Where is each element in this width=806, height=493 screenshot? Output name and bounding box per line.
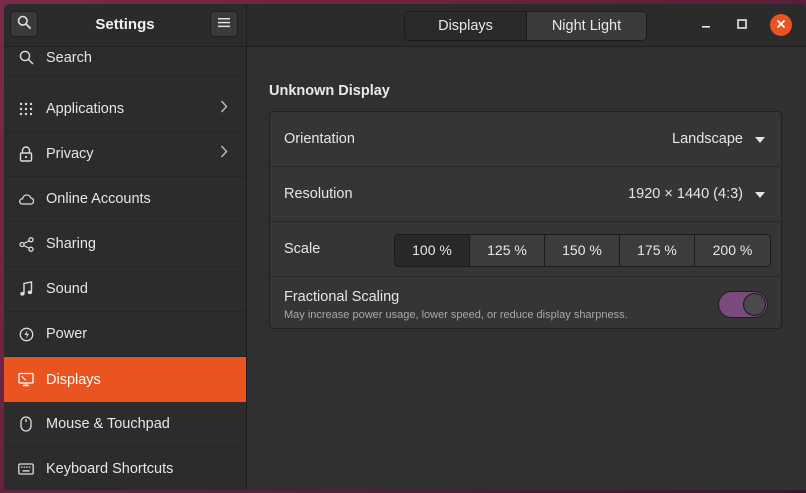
music-note-icon: [18, 281, 34, 297]
hamburger-menu-icon: [218, 15, 230, 33]
fractional-scaling-row: Fractional Scaling May increase power us…: [270, 277, 781, 328]
scale-option-175[interactable]: 175 %: [620, 235, 695, 266]
close-icon: [776, 16, 786, 34]
search-icon: [18, 50, 34, 66]
sidebar-item-label: Keyboard Shortcuts: [46, 461, 174, 477]
sidebar-item-label: Displays: [46, 371, 101, 388]
sidebar-item-privacy[interactable]: Privacy: [4, 132, 246, 177]
fractional-scaling-label: Fractional Scaling: [284, 289, 400, 305]
chevron-right-icon: [220, 145, 228, 164]
dropdown-arrow-icon: [755, 131, 765, 147]
sidebar-item-label: Sharing: [46, 236, 96, 252]
resolution-label: Resolution: [284, 186, 353, 202]
chevron-right-icon: [220, 100, 228, 119]
minimize-button[interactable]: [695, 14, 717, 36]
close-button[interactable]: [770, 14, 792, 36]
sidebar-item-mouse-touchpad[interactable]: Mouse & Touchpad: [4, 402, 246, 447]
keyboard-icon: [18, 461, 34, 477]
sidebar-item-keyboard-shortcuts[interactable]: Keyboard Shortcuts: [4, 447, 246, 490]
scale-selector: 100 % 125 % 150 % 175 % 200 %: [394, 234, 771, 267]
sidebar-item-power[interactable]: Power: [4, 312, 246, 357]
scale-label: Scale: [284, 241, 321, 257]
resolution-row[interactable]: Resolution 1920 × 1440 (4:3): [270, 167, 781, 222]
orientation-dropdown[interactable]: Landscape: [672, 131, 765, 147]
grid-icon: [18, 101, 34, 117]
sidebar-item-label: Power: [46, 326, 88, 342]
scale-option-150[interactable]: 150 %: [545, 235, 620, 266]
lock-icon: [18, 146, 34, 162]
sidebar-item-sound[interactable]: Sound: [4, 267, 246, 312]
orientation-label: Orientation: [284, 131, 355, 147]
tab-night-light[interactable]: Night Light: [527, 12, 646, 40]
maximize-icon: [737, 16, 747, 34]
display-name-heading: Unknown Display: [269, 83, 390, 99]
sidebar-item-label: Applications: [46, 101, 125, 117]
dropdown-arrow-icon: [755, 186, 765, 202]
fractional-scaling-toggle[interactable]: [718, 291, 768, 318]
fractional-scaling-description: May increase power usage, lower speed, o…: [284, 309, 628, 321]
sidebar-item-displays[interactable]: Displays: [4, 357, 246, 402]
toggle-knob: [743, 293, 766, 316]
sidebar: Search Applications Privacy Online Accou…: [4, 47, 247, 490]
sidebar-item-label: Search: [46, 49, 92, 66]
cloud-icon: [18, 191, 34, 207]
mouse-icon: [18, 416, 34, 432]
scale-option-100[interactable]: 100 %: [395, 235, 470, 266]
scale-row: Scale 100 % 125 % 150 % 175 % 200 %: [270, 222, 781, 277]
scale-option-125[interactable]: 125 %: [470, 235, 545, 266]
orientation-row[interactable]: Orientation Landscape: [270, 112, 781, 167]
sidebar-item-label: Privacy: [46, 146, 94, 162]
display-icon: [18, 372, 34, 388]
sidebar-item-applications[interactable]: Applications: [4, 87, 246, 132]
share-icon: [18, 236, 34, 252]
search-icon: [17, 15, 31, 34]
view-switcher: Displays Night Light: [404, 11, 647, 41]
sidebar-item-sharing[interactable]: Sharing: [4, 222, 246, 267]
tab-displays[interactable]: Displays: [405, 12, 527, 40]
sidebar-item-label: Sound: [46, 281, 88, 297]
sidebar-item-search[interactable]: Search: [4, 39, 246, 77]
menu-button[interactable]: [210, 11, 238, 37]
resolution-dropdown[interactable]: 1920 × 1440 (4:3): [628, 186, 765, 202]
scale-option-200[interactable]: 200 %: [695, 235, 770, 266]
resolution-value: 1920 × 1440 (4:3): [628, 186, 743, 202]
orientation-value: Landscape: [672, 131, 743, 147]
settings-window: Settings Displays Night Light Search App…: [4, 4, 806, 490]
display-settings-panel: Orientation Landscape Resolution 1920 × …: [269, 111, 782, 329]
power-icon: [18, 326, 34, 342]
sidebar-item-online-accounts[interactable]: Online Accounts: [4, 177, 246, 222]
displays-page: Unknown Display Orientation Landscape Re…: [247, 47, 806, 490]
sidebar-item-label: Mouse & Touchpad: [46, 416, 170, 432]
minimize-icon: [701, 16, 711, 34]
sidebar-item-label: Online Accounts: [46, 191, 151, 207]
search-button[interactable]: [10, 11, 38, 37]
maximize-button[interactable]: [731, 14, 753, 36]
